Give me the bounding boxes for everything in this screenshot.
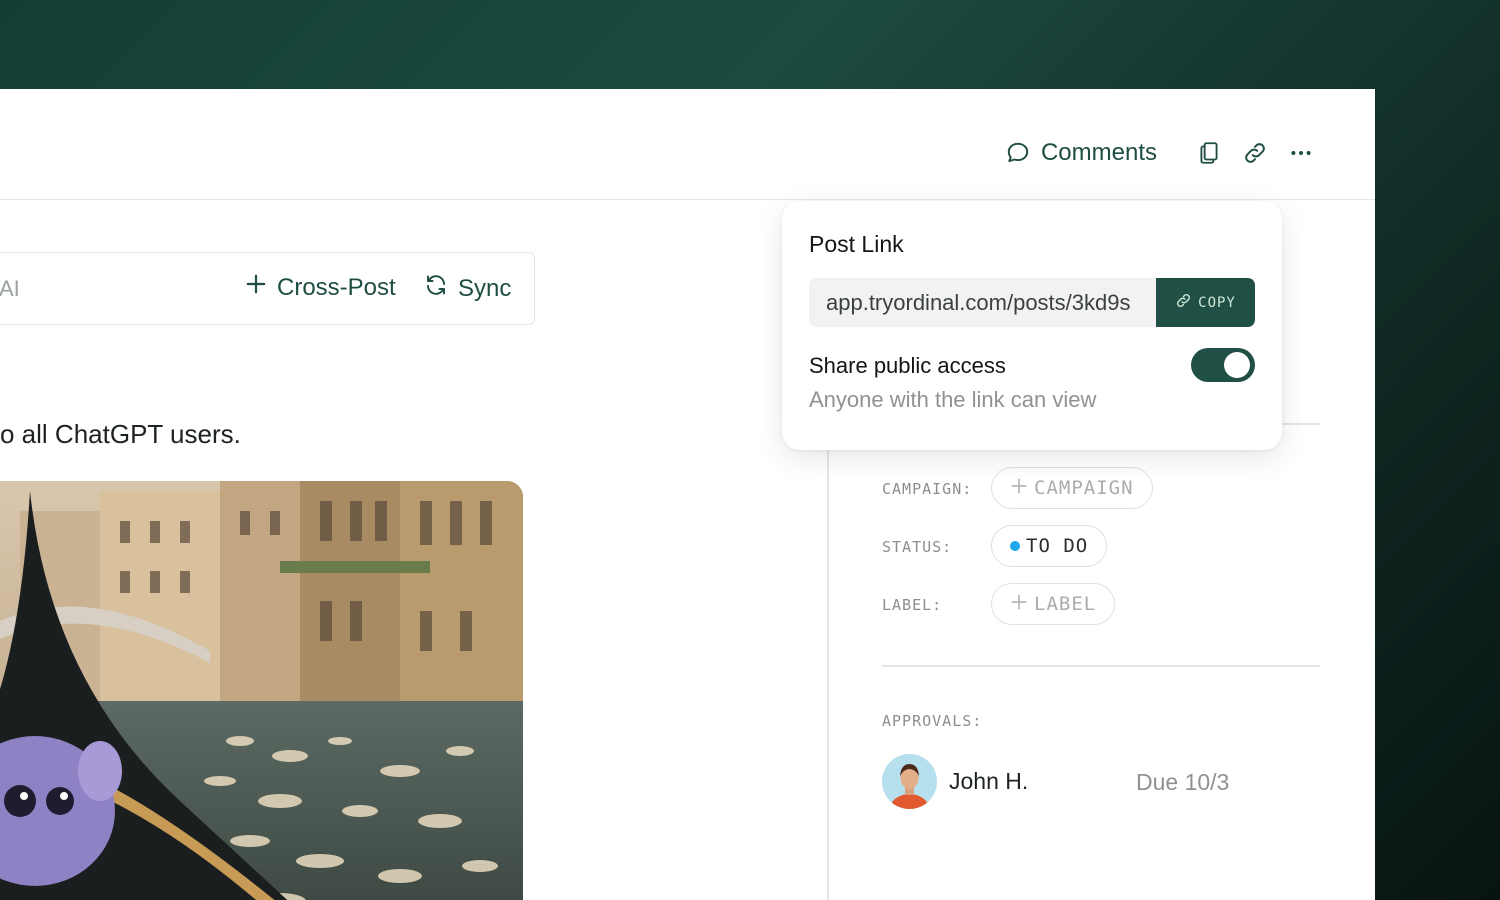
- sync-label: Sync: [458, 274, 512, 302]
- campaign-label: CAMPAIGN:: [882, 480, 973, 498]
- link-button[interactable]: [1237, 135, 1273, 171]
- plus-icon: [1010, 593, 1028, 616]
- label-label: LABEL:: [882, 596, 943, 614]
- approval-due-date: Due 10/3: [1136, 769, 1230, 795]
- more-options-button[interactable]: [1283, 135, 1319, 171]
- ai-hint[interactable]: AI: [0, 276, 20, 302]
- top-actions: Comments: [1005, 135, 1319, 171]
- link-icon: [1242, 140, 1268, 166]
- copy-post-button[interactable]: [1191, 135, 1227, 171]
- public-access-toggle[interactable]: [1191, 348, 1255, 382]
- comments-button[interactable]: Comments: [1005, 139, 1157, 167]
- venice-canal-image: [0, 481, 523, 900]
- sync-icon: [424, 273, 448, 304]
- post-link-value[interactable]: app.tryordinal.com/posts/3kd9s: [826, 290, 1131, 316]
- comments-label: Comments: [1040, 139, 1157, 166]
- post-body-text[interactable]: o all ChatGPT users.: [0, 419, 241, 450]
- composer-toolbar: AI Cross-Post Sync: [0, 252, 535, 325]
- status-dot: [1010, 541, 1020, 551]
- post-image[interactable]: [0, 481, 523, 900]
- comment-icon: [1005, 140, 1031, 166]
- add-campaign-button[interactable]: CAMPAIGN: [991, 467, 1153, 509]
- status-label: STATUS:: [882, 538, 953, 556]
- more-icon: [1288, 140, 1314, 166]
- add-label-button[interactable]: LABEL: [991, 583, 1116, 625]
- copy-link-button[interactable]: COPY: [1156, 278, 1255, 327]
- copy-icon: [1196, 140, 1222, 166]
- approvals-label: APPROVALS:: [882, 712, 983, 730]
- post-link-popover: Post Link app.tryordinal.com/posts/3kd9s…: [782, 201, 1282, 450]
- popover-title: Post Link: [809, 231, 904, 257]
- link-icon: [1175, 292, 1192, 313]
- status-value: TO DO: [1026, 535, 1089, 557]
- share-public-access-description: Anyone with the link can view: [809, 387, 1097, 412]
- status-selector[interactable]: TO DO: [991, 525, 1108, 567]
- panel-divider: [827, 419, 829, 900]
- cross-post-button[interactable]: Cross-Post: [245, 273, 396, 302]
- post-link-field[interactable]: app.tryordinal.com/posts/3kd9s COPY: [809, 278, 1255, 327]
- approver-name: John H.: [949, 768, 1029, 794]
- cross-post-label: Cross-Post: [277, 273, 396, 301]
- toggle-knob: [1224, 352, 1250, 378]
- plus-icon: [245, 273, 267, 302]
- campaign-value: CAMPAIGN: [1034, 477, 1134, 499]
- top-bar: Comments: [0, 89, 1375, 200]
- post-editor-window: Comments AI Cross-Post Sync o all ChatGP…: [0, 89, 1375, 900]
- avatar: [882, 754, 937, 809]
- share-public-access-label: Share public access: [809, 353, 1006, 378]
- approver-row[interactable]: John H.: [882, 754, 1028, 809]
- panel-rule-mid: [882, 665, 1320, 667]
- label-value: LABEL: [1034, 593, 1097, 615]
- copy-label: COPY: [1198, 294, 1236, 311]
- plus-icon: [1010, 477, 1028, 500]
- sync-button[interactable]: Sync: [424, 273, 511, 304]
